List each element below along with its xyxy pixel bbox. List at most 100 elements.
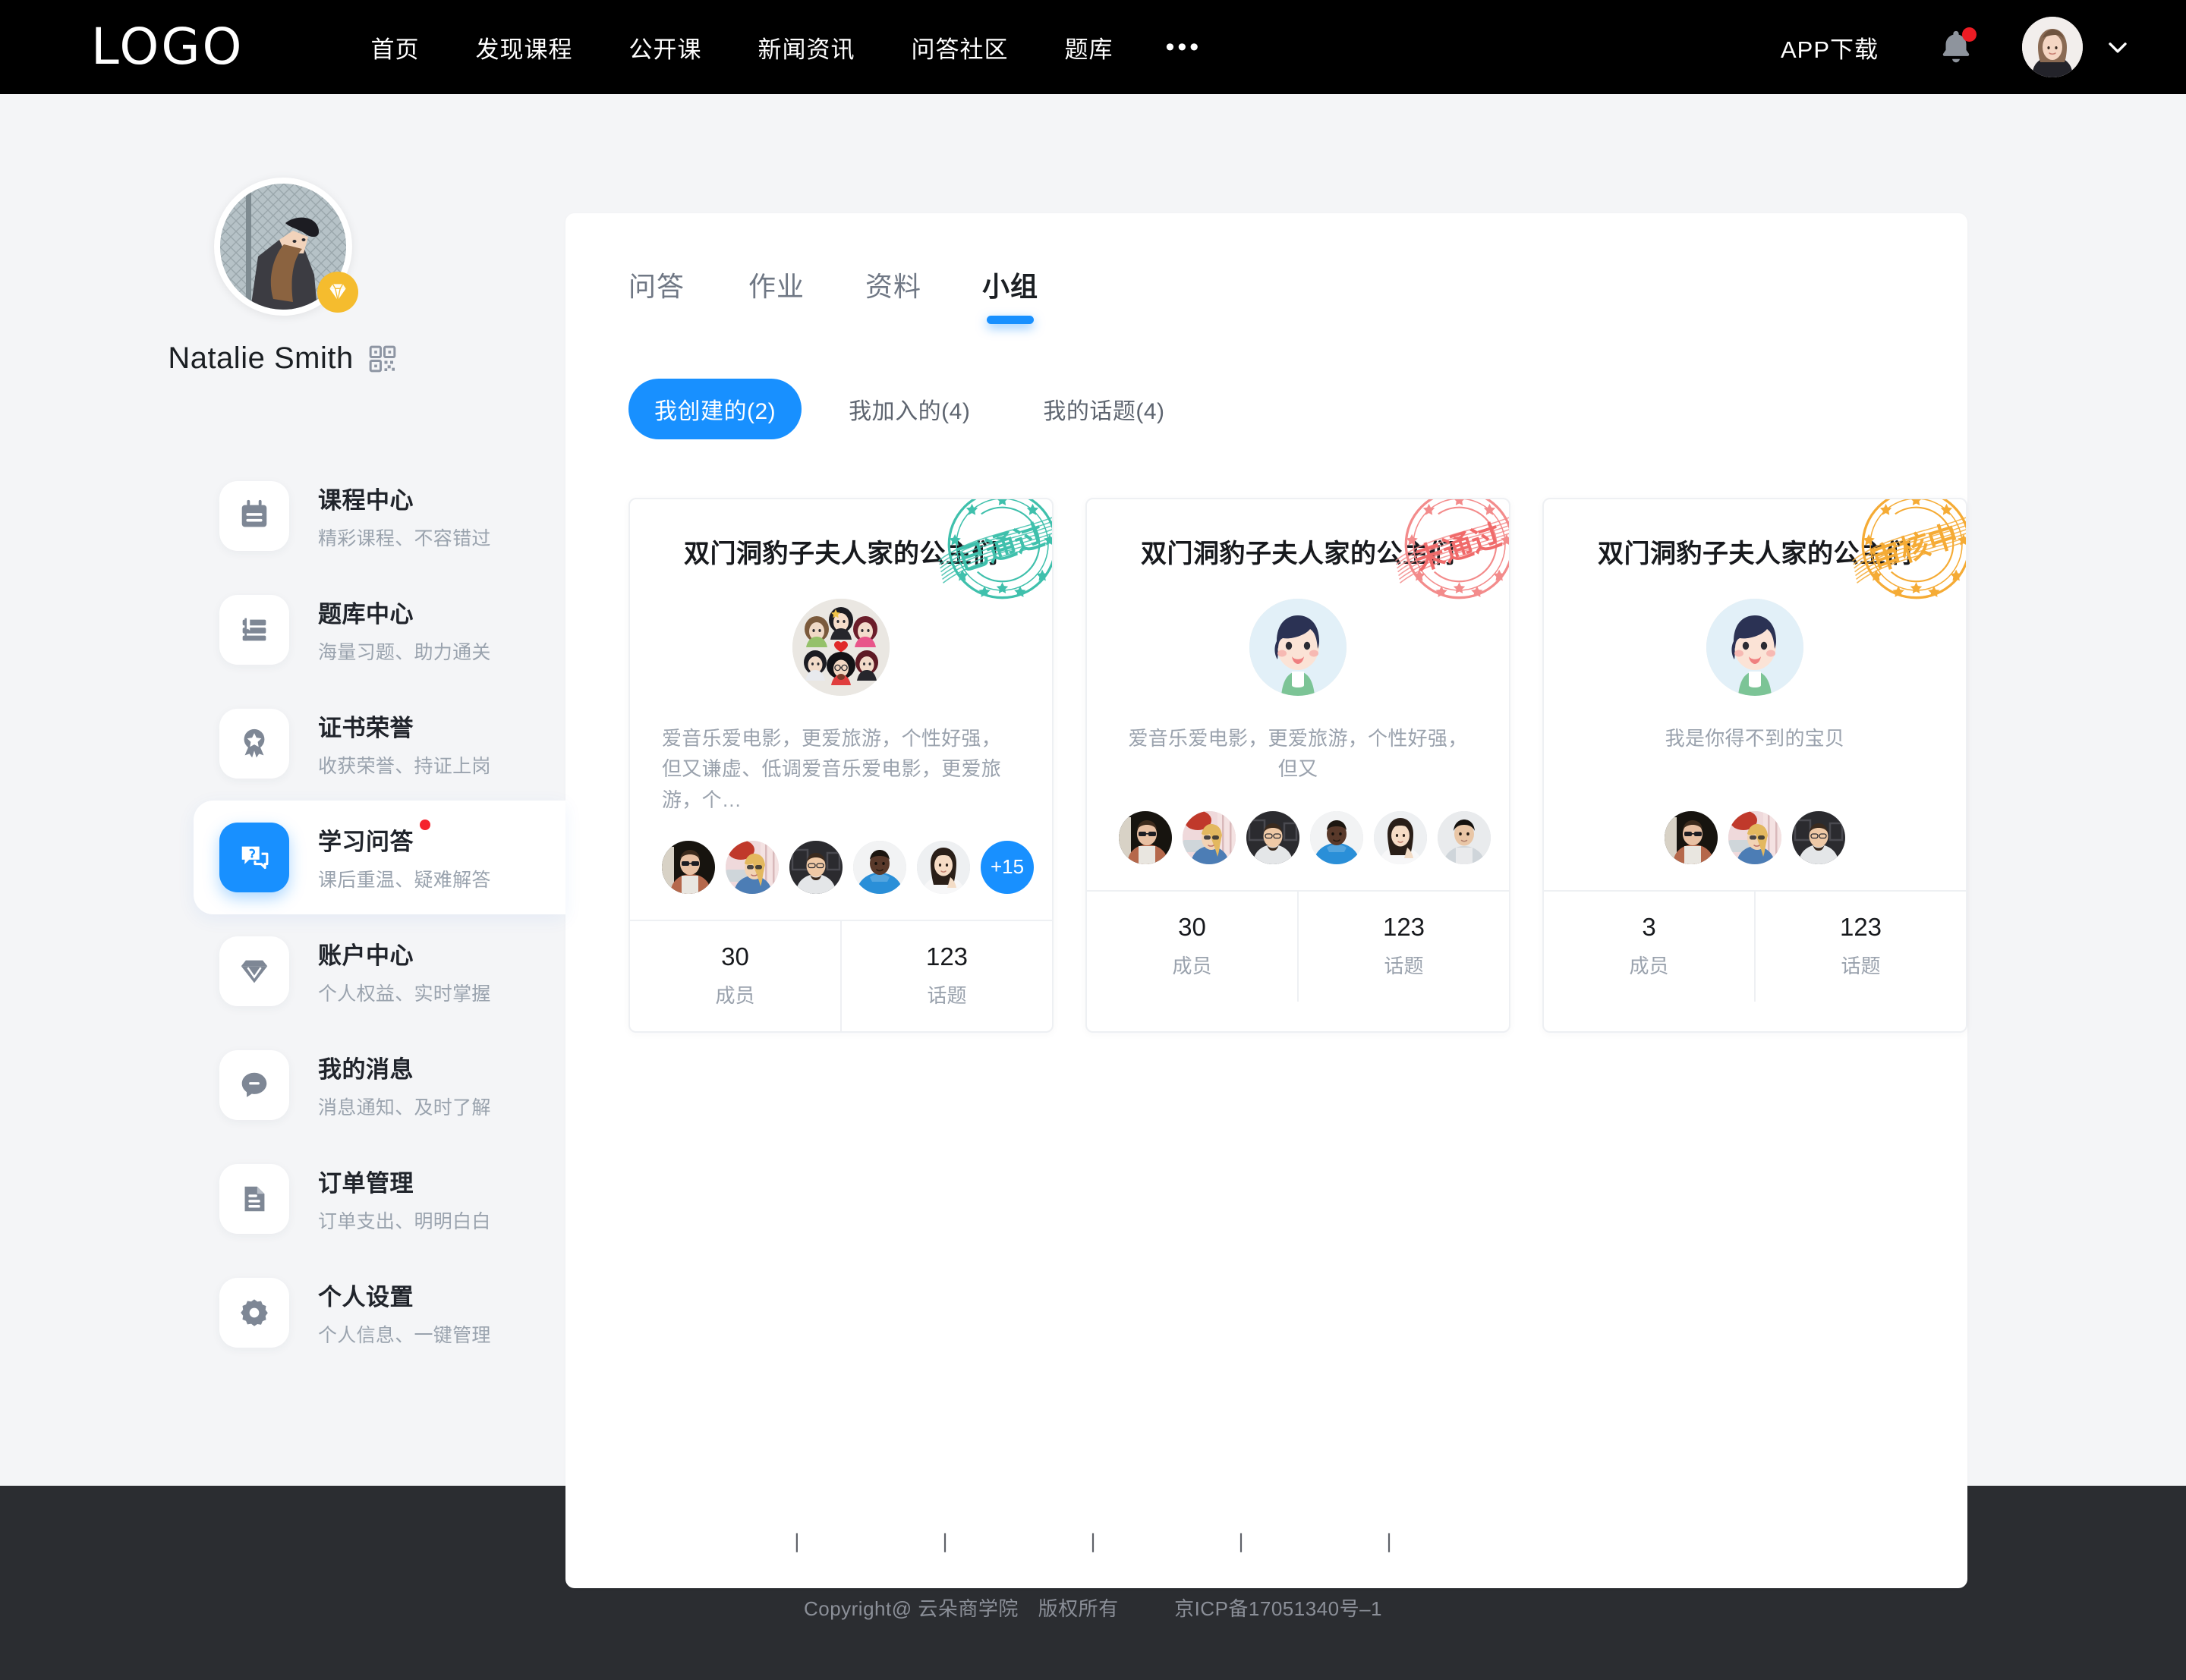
- member-avatar[interactable]: [1310, 811, 1363, 864]
- sidebar-item-title-label: 学习问答: [318, 829, 414, 855]
- footer-separator: |: [1238, 1529, 1244, 1553]
- member-avatar-image-6: [1438, 811, 1491, 864]
- nav-item-open-class[interactable]: 公开课: [600, 30, 729, 64]
- member-avatar[interactable]: [662, 840, 715, 894]
- member-avatar[interactable]: [1374, 811, 1427, 864]
- user-avatar[interactable]: [2022, 17, 2083, 77]
- sidebar-item-certificate-honor[interactable]: 证书荣誉 收获荣誉、持证上岗: [0, 687, 565, 801]
- sidebar-item-question-bank-center[interactable]: 题库中心 海量习题、助力通关: [0, 573, 565, 687]
- footer-separator: |: [942, 1529, 948, 1553]
- sidebar-item-account-center[interactable]: 账户中心 个人权益、实时掌握: [0, 914, 565, 1028]
- stat-members: 30 成员: [630, 921, 840, 1031]
- sidebar-menu: 课程中心 精彩课程、不容错过 题库中心 海量习题、助力通关 证书荣誉 收获荣誉、…: [0, 459, 565, 1370]
- qr-code-icon[interactable]: [367, 344, 398, 374]
- member-avatar[interactable]: [917, 840, 970, 894]
- member-avatar[interactable]: [1728, 811, 1781, 864]
- profile-avatar-wrapper[interactable]: [213, 178, 358, 316]
- site-logo[interactable]: LOGO: [91, 22, 244, 72]
- sidebar-item-course-center[interactable]: 课程中心 精彩课程、不容错过: [0, 459, 565, 573]
- profile-block: Natalie Smith: [0, 178, 565, 376]
- sidebar-item-personal-settings[interactable]: 个人设置 个人信息、一键管理: [0, 1256, 565, 1370]
- sidebar-item-study-qa[interactable]: 学习问答 课后重温、疑难解答: [194, 801, 565, 914]
- sidebar-item-text: 订单管理 订单支出、明明白白: [318, 1164, 491, 1234]
- tab-groups[interactable]: 小组: [952, 265, 1069, 324]
- group-card[interactable]: 双门洞豹子夫人家的公主们: [628, 498, 1054, 1033]
- footer-link-franchise[interactable]: 加盟代理: [799, 1525, 942, 1557]
- sidebar-item-text: 题库中心 海量习题、助力通关: [318, 595, 491, 665]
- tab-materials[interactable]: 资料: [835, 265, 952, 324]
- sidebar-item-title: 课程中心: [318, 487, 414, 514]
- sidebar-item-subtitle: 消息通知、及时了解: [318, 1097, 491, 1118]
- group-card-stats: 30 成员 123 话题: [630, 919, 1052, 1031]
- group-avatar: [792, 599, 890, 696]
- nav-item-question-bank[interactable]: 题库: [1036, 30, 1141, 64]
- member-avatar[interactable]: [726, 840, 779, 894]
- member-overflow-badge[interactable]: +15: [981, 840, 1034, 894]
- subtab-joined-by-me[interactable]: 我加入的(4): [823, 379, 996, 439]
- icp-number[interactable]: 京ICP备17051340号–1: [1174, 1597, 1382, 1620]
- group-card-description: 爱音乐爱电影，更爱旅游，个性好强，但又谦虚、低调爱音乐爱电影，更爱旅游，个…: [662, 727, 1002, 811]
- sidebar-item-text: 个人设置 个人信息、一键管理: [318, 1278, 491, 1348]
- group-card-list: 双门洞豹子夫人家的公主们 已通过 爱音乐爱电影，更爱旅游，个性好强，但又谦虚、低…: [565, 498, 1967, 1033]
- member-avatar[interactable]: [789, 840, 843, 894]
- member-avatar[interactable]: [853, 840, 906, 894]
- member-avatar-image-1: [662, 840, 715, 894]
- subtab-my-topics[interactable]: 我的话题(4): [1017, 379, 1190, 439]
- nav-item-discover-courses[interactable]: 发现课程: [447, 30, 600, 64]
- group-card-body: 双门洞豹子夫人家的公主们: [630, 499, 1052, 920]
- nav-item-news[interactable]: 新闻资讯: [729, 30, 883, 64]
- footer-copyright: Copyright@ 云朵商学院 版权所有 京ICP备17051340号–1: [0, 1593, 2186, 1622]
- member-avatar-image-3: [1246, 811, 1299, 864]
- member-avatar-image-4: [1310, 811, 1363, 864]
- group-card[interactable]: 双门洞豹子夫人家的公主们: [1085, 498, 1510, 1033]
- footer-link-about-us[interactable]: 关于我们: [651, 1525, 794, 1557]
- sidebar-item-text: 课程中心 精彩课程、不容错过: [318, 481, 491, 551]
- nav-item-qa-community[interactable]: 问答社区: [883, 30, 1036, 64]
- footer-link-sitemap[interactable]: 网站地图: [947, 1525, 1090, 1557]
- gear-icon-wrap: [219, 1278, 289, 1348]
- sidebar-item-order-management[interactable]: 订单管理 订单支出、明明白白: [0, 1142, 565, 1256]
- stat-label: 成员: [1172, 955, 1212, 977]
- member-avatar[interactable]: [1792, 811, 1845, 864]
- book-list-icon: [242, 618, 266, 641]
- footer-link-careers[interactable]: 招贤纳士: [1392, 1525, 1535, 1557]
- group-card[interactable]: 双门洞豹子夫人家的公主们: [1542, 498, 1967, 1033]
- sidebar-item-my-messages[interactable]: 我的消息 消息通知、及时了解: [0, 1028, 565, 1142]
- nav-item-home[interactable]: 首页: [342, 30, 447, 64]
- tab-qa[interactable]: 问答: [628, 265, 718, 324]
- member-avatar-image-1: [1665, 811, 1718, 864]
- gear-icon: [241, 1299, 268, 1326]
- stat-topics: 123 话题: [1754, 892, 1966, 1002]
- stat-value: 30: [1178, 913, 1206, 941]
- sidebar-item-title: 证书荣誉: [318, 715, 414, 741]
- tab-homework[interactable]: 作业: [718, 265, 835, 324]
- header-right-group: APP下载: [1781, 17, 2133, 77]
- app-download-link[interactable]: APP下载: [1781, 30, 1879, 64]
- group-member-avatars: +15: [662, 840, 1034, 894]
- sidebar-item-text: 证书荣誉 收获荣誉、持证上岗: [318, 709, 491, 779]
- sidebar-item-text: 我的消息 消息通知、及时了解: [318, 1050, 491, 1120]
- subtab-created-by-me[interactable]: 我创建的(2): [628, 379, 802, 439]
- member-avatar[interactable]: [1183, 811, 1236, 864]
- stat-value: 30: [721, 942, 749, 971]
- member-avatar[interactable]: [1119, 811, 1172, 864]
- message-bubble-icon: [241, 1072, 267, 1097]
- notification-bell-button[interactable]: [1936, 27, 1977, 68]
- sidebar-item-title: 题库中心: [318, 601, 414, 628]
- footer-separator: |: [794, 1529, 800, 1553]
- nav-more-icon[interactable]: •••: [1141, 34, 1226, 60]
- sidebar-item-title: 订单管理: [318, 1170, 414, 1197]
- sidebar-item-subtitle: 收获荣誉、持证上岗: [318, 756, 491, 777]
- sidebar-item-title: 个人设置: [318, 1284, 414, 1310]
- member-avatar[interactable]: [1438, 811, 1491, 864]
- member-avatar[interactable]: [1665, 811, 1718, 864]
- footer-link-disclaimer[interactable]: 免责声明: [1244, 1525, 1387, 1557]
- content-panel: 问答 作业 资料 小组 我创建的(2) 我加入的(4) 我的话题(4) 双门洞豹…: [565, 213, 1967, 1588]
- question-chat-icon-wrap: [219, 823, 289, 892]
- footer-link-partners[interactable]: 合作伙伴: [1096, 1525, 1239, 1557]
- member-avatar-image-5: [1374, 811, 1427, 864]
- chevron-down-icon[interactable]: [2103, 32, 2133, 62]
- member-avatar[interactable]: [1246, 811, 1299, 864]
- member-avatar-image-5: [917, 840, 970, 894]
- main-nav: 首页 发现课程 公开课 新闻资讯 问答社区 题库 •••: [342, 30, 1226, 64]
